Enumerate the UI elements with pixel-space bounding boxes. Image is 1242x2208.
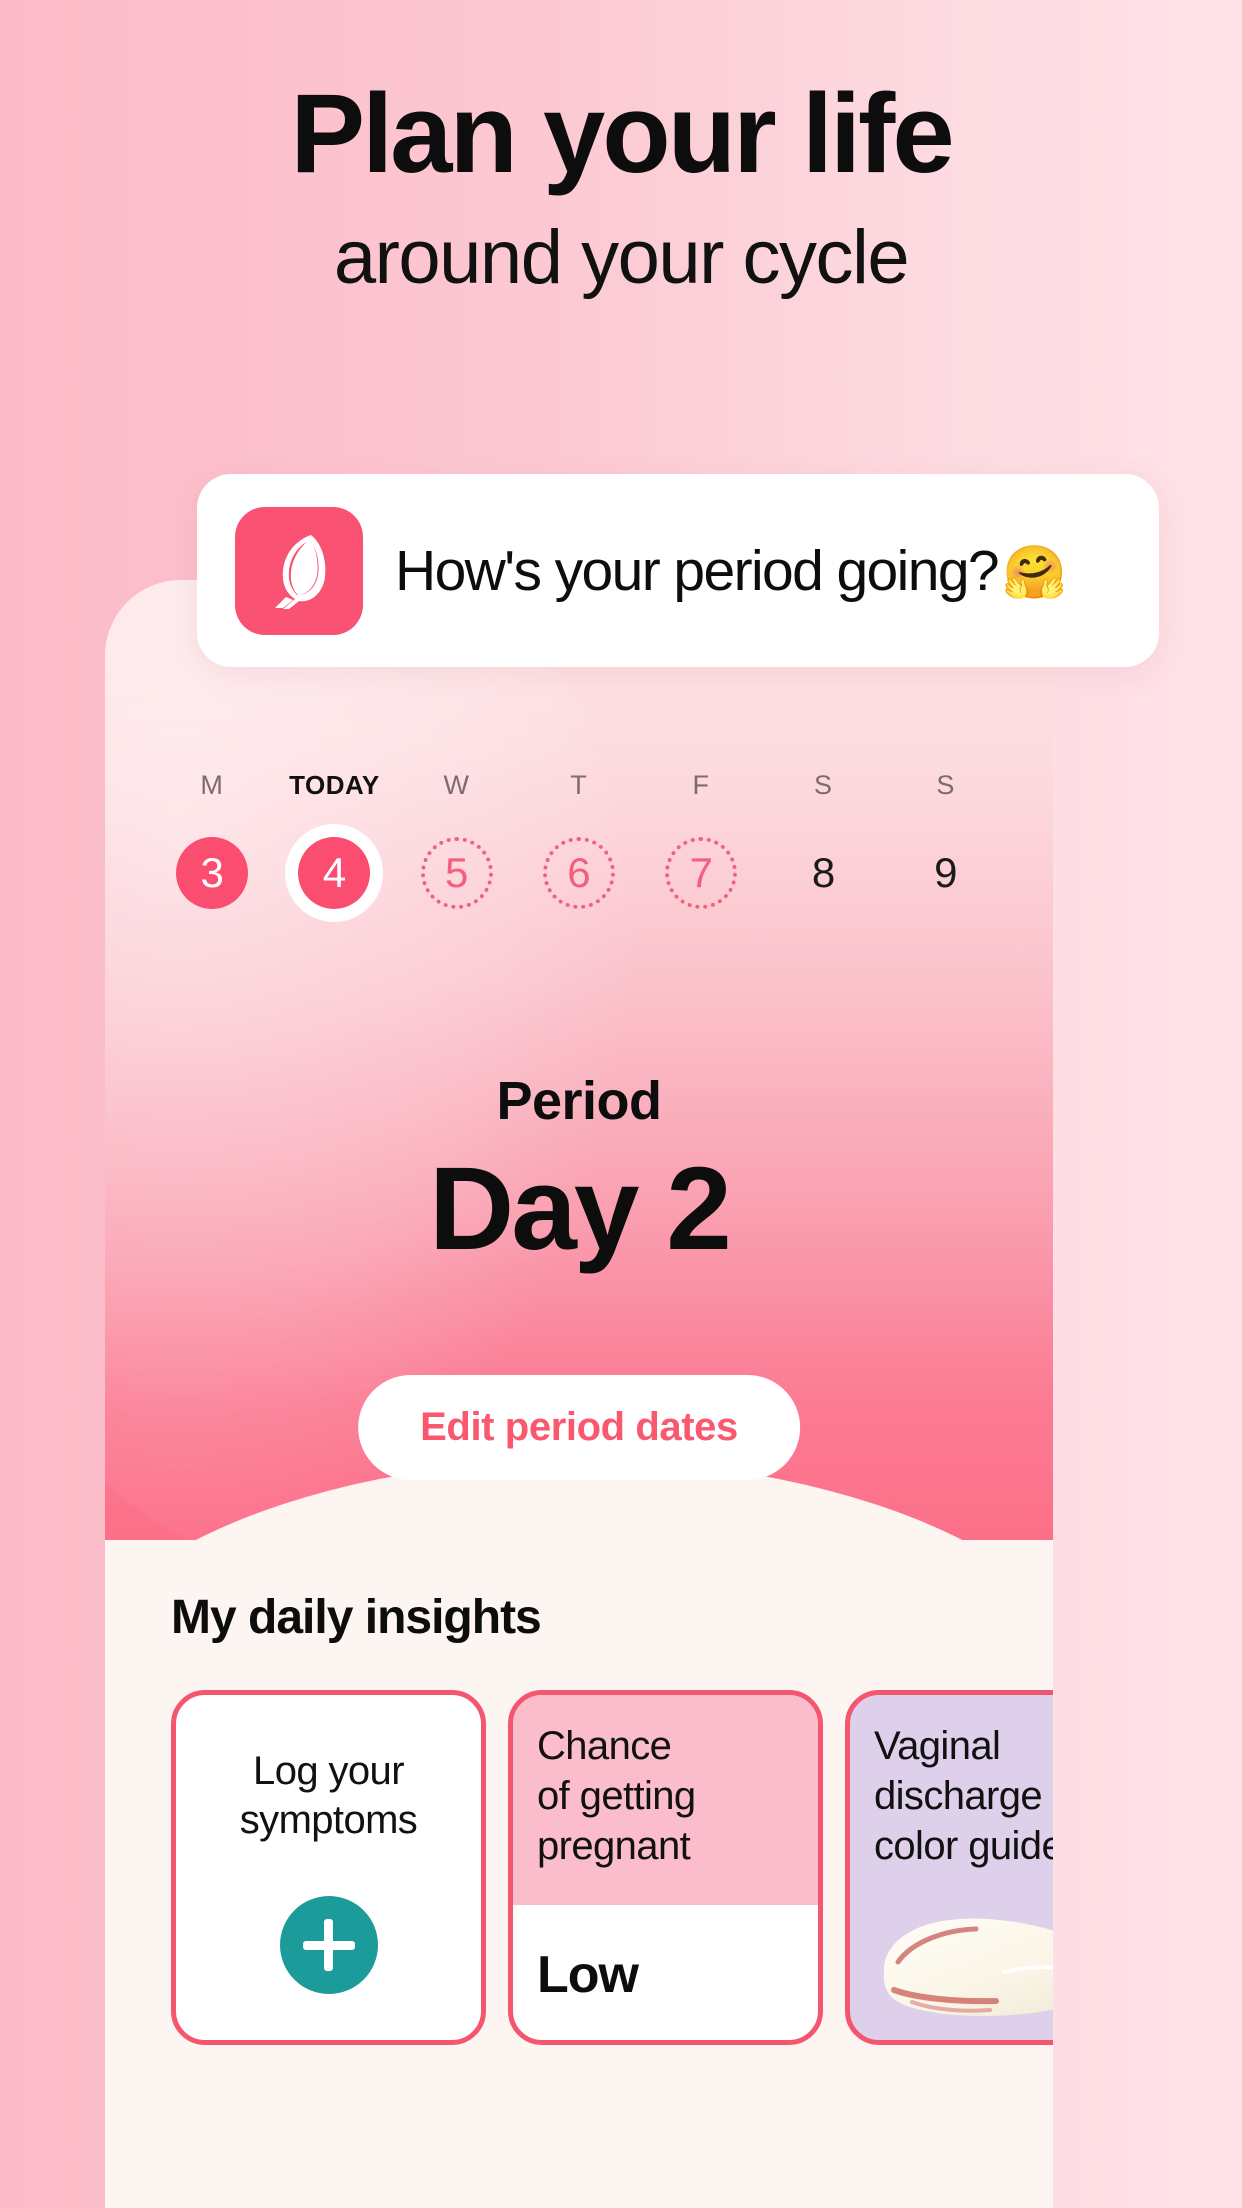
hug-emoji: 🤗: [1002, 543, 1067, 602]
day-column[interactable]: W 5: [396, 770, 518, 921]
flo-feather-icon: [235, 506, 363, 635]
day-column[interactable]: S 9: [885, 770, 1007, 921]
edit-period-dates-button[interactable]: Edit period dates: [358, 1375, 800, 1480]
day-letter: W: [443, 770, 470, 800]
day-letter-today: TODAY: [289, 770, 380, 800]
day-column[interactable]: T 6: [518, 770, 640, 921]
notification-message: How's your period going?🤗: [395, 538, 1067, 604]
day-number[interactable]: 8: [788, 837, 860, 909]
insight-card-log-symptoms[interactable]: Log your symptoms: [171, 1690, 486, 2045]
log-symptoms-title: Log your symptoms: [239, 1749, 418, 1842]
cycle-day-label: Day 2: [429, 1143, 732, 1275]
day-number[interactable]: 6: [542, 837, 615, 909]
pregnancy-chance-title: Chance of getting pregnant: [513, 1695, 818, 1905]
day-letter: S: [936, 770, 956, 800]
discharge-guide-title: Vaginal discharge color guide: [874, 1724, 1053, 1868]
insights-card-list: Log your symptoms Chance of getting pregnan…: [105, 1690, 1053, 2045]
day-number[interactable]: 7: [665, 837, 738, 909]
plus-icon[interactable]: [279, 1896, 378, 1994]
day-column[interactable]: F 7: [640, 770, 762, 921]
insight-card-discharge-guide[interactable]: Vaginal discharge color guide: [845, 1690, 1053, 2045]
discharge-smear-image: [883, 1918, 1053, 2016]
phone-mockup: M 3 TODAY 4 W 5 T 6 F 7 S 8 S 9 Period D…: [105, 580, 1053, 2208]
insight-card-pregnancy-chance[interactable]: Chance of getting pregnant Low: [508, 1690, 823, 2045]
notification-message-text: How's your period going?: [395, 538, 1000, 603]
promo-header: Plan your life around your cycle: [0, 78, 1242, 296]
pregnancy-chance-value: Low: [537, 1946, 639, 2004]
promo-headline: Plan your life: [290, 71, 954, 196]
cycle-status-label: Period: [496, 1071, 662, 1131]
day-column[interactable]: M 3: [151, 770, 273, 921]
day-letter: M: [200, 770, 224, 800]
day-column-today[interactable]: TODAY 4: [273, 770, 395, 921]
insights-section-title: My daily insights: [171, 1591, 542, 1644]
notification-card[interactable]: How's your period going?🤗: [197, 474, 1159, 667]
day-letter: F: [692, 770, 711, 800]
day-column[interactable]: S 8: [762, 770, 884, 921]
day-number-today[interactable]: 4: [298, 837, 371, 909]
promo-subheadline: around your cycle: [333, 215, 910, 300]
day-letter: T: [570, 770, 588, 800]
day-letter: S: [814, 770, 834, 800]
week-strip: M 3 TODAY 4 W 5 T 6 F 7 S 8 S 9: [105, 770, 1053, 921]
day-number[interactable]: 9: [910, 837, 982, 909]
day-number[interactable]: 3: [176, 837, 249, 909]
app-cycle-header: M 3 TODAY 4 W 5 T 6 F 7 S 8 S 9 Period D…: [105, 580, 1053, 1720]
day-number[interactable]: 5: [420, 837, 493, 909]
